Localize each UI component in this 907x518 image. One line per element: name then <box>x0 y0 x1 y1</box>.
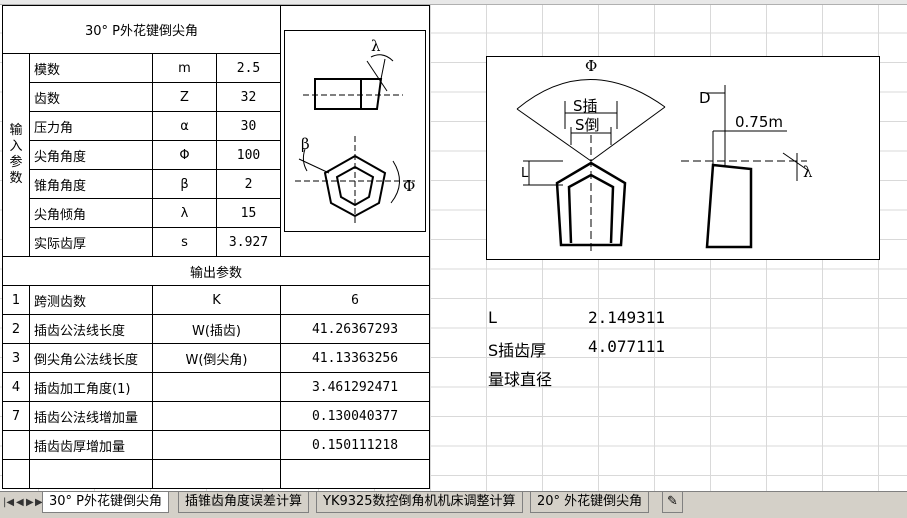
output-no: 4 <box>2 372 30 402</box>
input-value[interactable]: 3.927 <box>216 227 281 257</box>
output-symbol <box>152 372 281 402</box>
output-value[interactable]: 41.13363256 <box>280 343 430 373</box>
output-no: 2 <box>2 314 30 344</box>
input-label: 模数 <box>29 53 153 83</box>
output-no: 3 <box>2 343 30 373</box>
input-section-label: 输入参数 <box>2 53 30 257</box>
input-value[interactable]: 2.5 <box>216 53 281 83</box>
sheet-tab-bar: |◀ ◀ ▶ ▶| 30° P外花键倒尖角 插锥齿角度误差计算 YK9325数控… <box>0 491 907 518</box>
worksheet[interactable]: 30° P外花键倒尖角 λ β Φ 输 入 参 数 模数 m 2.5 齿数 Z … <box>0 0 907 491</box>
sheet-title: 30° P外花键倒尖角 <box>2 5 281 54</box>
prev-sheet-arrow-icon[interactable]: ◀ <box>16 497 24 508</box>
diagram1-cell: λ β Φ <box>280 5 430 257</box>
chamfer-diagram: Φ S插 S倒 L D 0.75m λ <box>486 56 880 260</box>
insert-sheet-icon[interactable]: ✎ <box>662 492 683 513</box>
input-symbol: Z <box>152 82 217 112</box>
input-label: 锥角角度 <box>29 169 153 199</box>
output-no: 1 <box>2 285 30 315</box>
output-symbol: W(倒尖角) <box>152 343 281 373</box>
input-value[interactable]: 15 <box>216 198 281 228</box>
dim-label: 0.75m <box>735 113 783 131</box>
input-symbol: m <box>152 53 217 83</box>
output-no <box>2 459 30 489</box>
output-value[interactable]: 0.130040377 <box>280 401 430 431</box>
spline-table: 30° P外花键倒尖角 λ β Φ 输 入 参 数 模数 m 2.5 齿数 Z … <box>2 5 430 489</box>
output-value[interactable]: 0.150111218 <box>280 430 430 460</box>
output-symbol <box>152 430 281 460</box>
output-section-label: 输出参数 <box>2 256 430 286</box>
s-insert-label: S插 <box>573 97 598 115</box>
input-label: 尖角角度 <box>29 140 153 170</box>
output-symbol: W(插齿) <box>152 314 281 344</box>
tooth-diagram-small: λ β Φ <box>284 30 426 232</box>
output-label: 插齿公法线增加量 <box>29 401 153 431</box>
output-value[interactable]: 6 <box>280 285 430 315</box>
output-label: 插齿公法线长度 <box>29 314 153 344</box>
result-label: L <box>488 308 497 327</box>
sheet-tab-1[interactable]: 30° P外花键倒尖角 <box>42 492 170 513</box>
output-symbol: K <box>152 285 281 315</box>
beta-label: β <box>301 135 310 153</box>
output-value[interactable]: 41.26367293 <box>280 314 430 344</box>
output-label: 插齿加工角度(1) <box>29 372 153 402</box>
result-label: S插齿厚 <box>488 341 547 360</box>
result-label: 量球直径 <box>488 370 553 389</box>
input-symbol: λ <box>152 198 217 228</box>
output-label: 跨测齿数 <box>29 285 153 315</box>
sheet-tab-3[interactable]: YK9325数控倒角机机床调整计算 <box>316 492 523 513</box>
phi-label-2: Φ <box>585 57 597 75</box>
chamfer-diagram-svg: Φ S插 S倒 L D 0.75m λ <box>516 57 813 253</box>
input-label: 尖角倾角 <box>29 198 153 228</box>
output-value[interactable] <box>280 459 430 489</box>
input-label: 齿数 <box>29 82 153 112</box>
input-symbol: s <box>152 227 217 257</box>
sheet-tab-2[interactable]: 插锥齿角度误差计算 <box>178 492 310 513</box>
input-value[interactable]: 32 <box>216 82 281 112</box>
result-value[interactable]: 4.077111 <box>588 337 665 356</box>
input-label: 实际齿厚 <box>29 227 153 257</box>
output-value[interactable]: 3.461292471 <box>280 372 430 402</box>
result-value[interactable]: 2.149311 <box>588 308 665 327</box>
tooth-diagram-svg: λ β Φ <box>295 37 415 226</box>
output-label: 倒尖角公法线长度 <box>29 343 153 373</box>
d-label: D <box>699 89 711 107</box>
phi-label-1: Φ <box>403 177 415 195</box>
output-symbol <box>152 401 281 431</box>
first-sheet-arrow-icon[interactable]: |◀ <box>3 497 14 508</box>
sheet-tab-4[interactable]: 20° 外花键倒尖角 <box>530 492 650 513</box>
output-no: 7 <box>2 401 30 431</box>
input-symbol: α <box>152 111 217 141</box>
input-value[interactable]: 2 <box>216 169 281 199</box>
input-symbol: β <box>152 169 217 199</box>
lambda-label-2: λ <box>803 163 813 181</box>
output-label: 插齿齿厚增加量 <box>29 430 153 460</box>
lambda-label-1: λ <box>371 37 381 55</box>
output-no <box>2 430 30 460</box>
l-label: L <box>521 166 529 181</box>
output-symbol <box>152 459 281 489</box>
input-label: 压力角 <box>29 111 153 141</box>
s-chamfer-label: S倒 <box>575 116 600 134</box>
output-label <box>29 459 153 489</box>
input-symbol: Φ <box>152 140 217 170</box>
input-value[interactable]: 100 <box>216 140 281 170</box>
next-sheet-arrow-icon[interactable]: ▶ <box>26 497 34 508</box>
input-value[interactable]: 30 <box>216 111 281 141</box>
